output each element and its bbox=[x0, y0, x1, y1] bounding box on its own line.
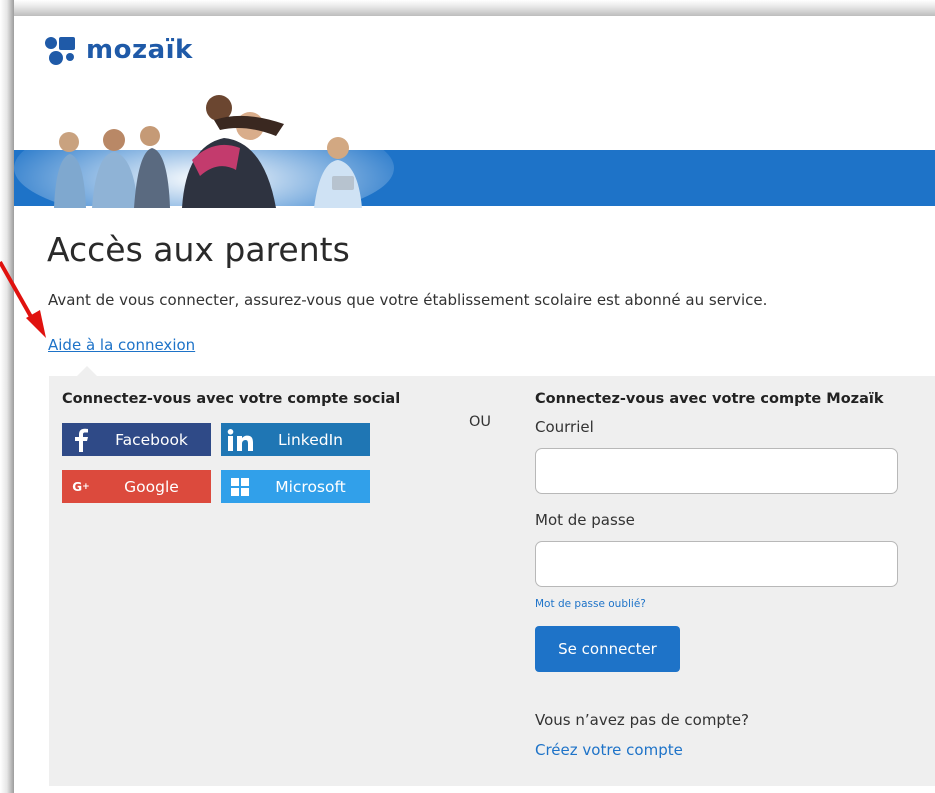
social-login-title: Connectez-vous avec votre compte social bbox=[62, 391, 401, 407]
email-label: Courriel bbox=[535, 418, 594, 436]
mozaik-logo-text: mozaïk bbox=[86, 35, 193, 65]
screenshot-frame-top bbox=[0, 0, 935, 16]
email-field[interactable] bbox=[535, 448, 898, 494]
parents-banner bbox=[14, 90, 935, 210]
linkedin-label: LinkedIn bbox=[278, 430, 343, 449]
mozaik-logo[interactable]: mozaïk bbox=[44, 30, 193, 70]
windows-icon bbox=[221, 477, 259, 496]
google-login-button[interactable]: G + Google bbox=[62, 470, 211, 503]
page-title: Accès aux parents bbox=[47, 230, 350, 269]
login-button[interactable]: Se connecter bbox=[535, 626, 680, 672]
screenshot-frame-left bbox=[0, 0, 14, 793]
mozaik-login-title: Connectez-vous avec votre compte Mozaïk bbox=[535, 391, 884, 407]
mozaik-logo-icon bbox=[44, 33, 78, 67]
linkedin-icon bbox=[221, 428, 259, 451]
facebook-login-button[interactable]: Facebook bbox=[62, 423, 211, 456]
login-panel: Connectez-vous avec votre compte social … bbox=[49, 376, 935, 786]
facebook-icon bbox=[62, 428, 100, 452]
facebook-label: Facebook bbox=[115, 430, 188, 449]
password-field[interactable] bbox=[535, 541, 898, 587]
microsoft-login-button[interactable]: Microsoft bbox=[221, 470, 370, 503]
linkedin-login-button[interactable]: LinkedIn bbox=[221, 423, 370, 456]
google-plus-icon: G + bbox=[72, 479, 90, 494]
intro-text: Avant de vous connecter, assurez-vous qu… bbox=[48, 291, 768, 309]
password-label: Mot de passe bbox=[535, 511, 635, 529]
google-label: Google bbox=[124, 477, 179, 496]
microsoft-label: Microsoft bbox=[275, 477, 346, 496]
help-login-link[interactable]: Aide à la connexion bbox=[48, 336, 195, 354]
no-account-text: Vous n’avez pas de compte? bbox=[535, 711, 750, 729]
page: mozaïk Accès aux parents Avant de vous c… bbox=[14, 16, 935, 793]
create-account-link[interactable]: Créez votre compte bbox=[535, 741, 683, 759]
or-separator: OU bbox=[469, 414, 492, 430]
families-banner-image bbox=[14, 95, 394, 210]
forgot-password-link[interactable]: Mot de passe oublié? bbox=[535, 598, 646, 610]
